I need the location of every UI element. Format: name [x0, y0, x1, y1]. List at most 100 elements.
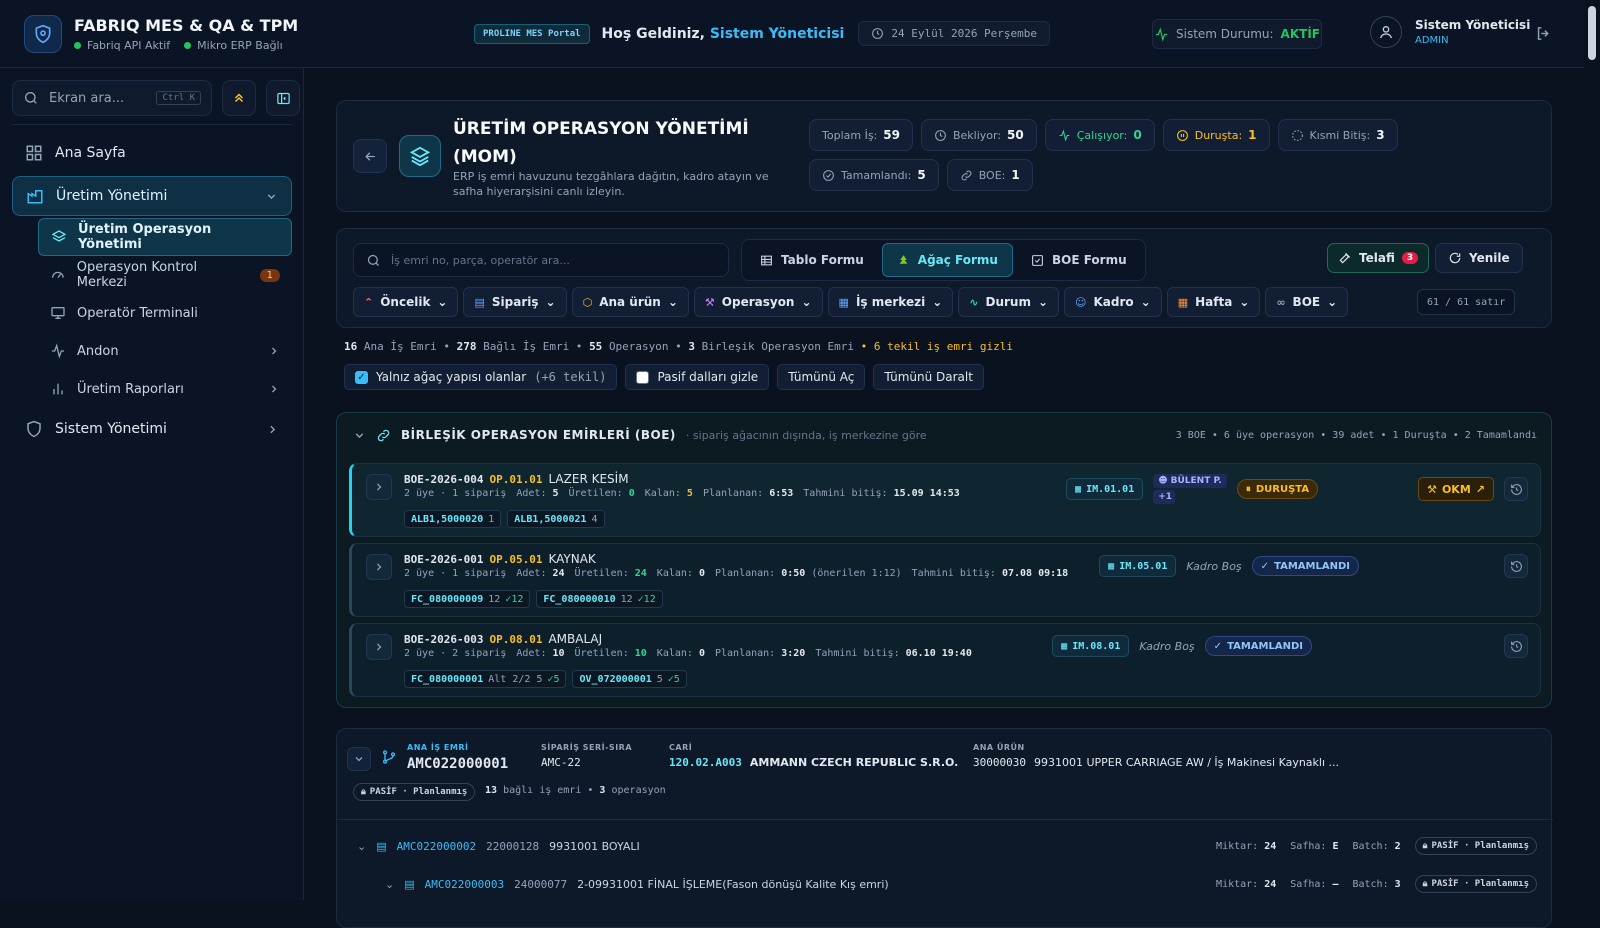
tag-qty: Alt 2/2 5 [488, 673, 543, 685]
op-code: OP.08.01 [489, 632, 543, 646]
filter-boe[interactable]: ∞ BOE ⌄ [1265, 287, 1349, 317]
expand-row-button[interactable] [366, 474, 392, 500]
sidebar-divider [12, 124, 292, 125]
boe-row[interactable]: BOE-2026-001 OP.05.01 KAYNAK 2 üye · 1 s… [349, 543, 1541, 617]
staff-empty: Kadro Boş [1186, 559, 1242, 573]
user-role: ADMIN [1415, 35, 1449, 46]
stat-partial[interactable]: Kısmi Bitiş: 3 [1277, 119, 1398, 151]
tab-table-form[interactable]: Tablo Formu [746, 243, 878, 277]
status-dot-icon [74, 41, 81, 49]
telafi-button[interactable]: Telafi 3 [1327, 243, 1430, 273]
stat-running[interactable]: Çalışıyor: 0 [1044, 119, 1155, 151]
back-button[interactable] [353, 139, 387, 173]
main-order-number[interactable]: AMC022000001 [407, 756, 508, 772]
produced-value: 0 [628, 488, 635, 499]
boe-row[interactable]: BOE-2026-003 OP.08.01 AMBALAJ 2 üye · 2 … [349, 623, 1541, 697]
collapse-all-button[interactable]: Tümünü Daralt [873, 364, 984, 390]
history-button[interactable] [1504, 634, 1528, 658]
field-label: Batch: [1352, 878, 1389, 890]
boe-section-header[interactable]: BİRLEŞİK OPERASYON EMİRLERİ (BOE) · sipa… [353, 423, 1537, 447]
hide-passive-checkbox[interactable]: Pasif dalları gizle [625, 364, 770, 390]
stat-total[interactable]: Toplam İş: 59 [809, 119, 913, 151]
history-icon [1510, 640, 1522, 652]
refresh-button[interactable]: Yenile [1435, 243, 1523, 273]
tab-boe-form[interactable]: BOE Formu [1017, 243, 1141, 277]
history-button[interactable] [1504, 477, 1528, 501]
filter-staff[interactable]: ☺ Kadro ⌄ [1064, 287, 1162, 317]
logout-icon[interactable] [1535, 25, 1552, 42]
sidebar-toggle-button[interactable] [266, 80, 300, 116]
child-order-row[interactable]: ⌄ ▤ AMC022000003 24000077 2-09931001 FİN… [385, 869, 1537, 899]
stat-value: 59 [883, 128, 900, 142]
activity-icon [1059, 128, 1070, 142]
op-name: KAYNAK [548, 552, 596, 566]
option-label: Yalnız ağaç yapısı olanlar [376, 370, 527, 384]
sidebar-item-control-center[interactable]: Operasyon Kontrol Merkezi 1 [38, 256, 292, 294]
boe-row[interactable]: BOE-2026-004 OP.01.01 LAZER KESİM 2 üye … [349, 463, 1541, 537]
work-center-tag[interactable]: ▦ IM.05.01 [1099, 555, 1177, 577]
tab-tree-form[interactable]: Ağaç Formu [881, 243, 1013, 277]
okm-label: OKM [1441, 482, 1471, 496]
sidebar-item-production[interactable]: Üretim Yönetimi [12, 176, 292, 216]
child-order-code: AMC022000002 [396, 839, 477, 853]
sidebar-search-input[interactable]: Ekran ara... Ctrl K [12, 80, 212, 116]
chevron-down-icon[interactable]: ⌄ [385, 878, 394, 891]
expand-row-button[interactable] [366, 554, 392, 580]
staff-tags[interactable]: ☻ BÜLENT P. +1 [1153, 474, 1227, 504]
filter-order[interactable]: ▤ Sipariş ⌄ [463, 287, 567, 317]
meta-text: operasyon [611, 785, 666, 796]
filter-week[interactable]: ▦ Hafta ⌄ [1166, 287, 1261, 317]
sidebar-item-operator-terminal[interactable]: Operatör Terminali [38, 294, 292, 332]
stat-boe[interactable]: BOE: 1 [946, 159, 1033, 191]
filter-main-product[interactable]: ⬡ Ana ürün ⌄ [571, 287, 689, 317]
qty-field: Adet: 5 [516, 488, 559, 499]
page-scrollbar[interactable] [1584, 0, 1600, 900]
sidebar-item-home[interactable]: Ana Sayfa [12, 134, 292, 172]
expand-row-button[interactable] [366, 634, 392, 660]
work-order-search-input[interactable]: İş emri no, parça, operatör ara... [353, 243, 729, 277]
building-icon: ▦ [1075, 483, 1082, 495]
op-code: OP.01.01 [489, 472, 543, 486]
stat-waiting[interactable]: Bekliyor: 50 [920, 119, 1037, 151]
link-icon [377, 429, 390, 441]
chevron-right-icon [268, 345, 280, 357]
sidebar-subitem-label: Üretim Raporları [77, 381, 184, 397]
sidebar-subitem-label: Andon [77, 343, 119, 359]
planned-field: Planlanan: 6:53 [702, 488, 794, 499]
stats-bar: Toplam İş: 59 Bekliyor: 50 Çalışıyor: 0 Dur… [809, 119, 1509, 191]
chevron-down-icon[interactable]: ⌄ [357, 840, 366, 853]
work-center-tag[interactable]: ▦ IM.01.01 [1066, 478, 1144, 500]
child-order-row[interactable]: ⌄ ▤ AMC022000002 22000128 9931001 BOYALI… [353, 831, 1537, 861]
user-menu[interactable]: Sistem Yöneticisi ADMIN [1370, 16, 1530, 48]
filter-operation[interactable]: ⚒ Operasyon ⌄ [693, 287, 823, 317]
collapse-order-button[interactable] [347, 747, 371, 771]
filter-priority[interactable]: ⌃ Öncelik ⌄ [353, 287, 459, 317]
filter-status[interactable]: ∿ Durum ⌄ [958, 287, 1060, 317]
status-badge: 🔒︎ PASİF · Planlanmış [1414, 875, 1537, 893]
planned-value: 0:50 [781, 568, 806, 579]
expand-all-button[interactable]: Tümünü Aç [777, 364, 866, 390]
filter-work-center[interactable]: ▦ İş merkezi ⌄ [827, 287, 954, 317]
system-status-label: Sistem Durumu: [1176, 27, 1274, 41]
qty-value: 24 [1264, 840, 1277, 852]
suggested-value: (önerilen 1:12) [811, 568, 902, 579]
sidebar-item-reports[interactable]: Üretim Raporları [38, 370, 292, 408]
okm-button[interactable]: ⚒ OKM ↗ [1418, 477, 1494, 501]
external-link-icon: ↗ [1475, 482, 1485, 496]
stat-stopped[interactable]: Duruşta: 1 [1162, 119, 1270, 151]
sidebar-item-system[interactable]: Sistem Yönetimi [12, 410, 292, 448]
stat-completed[interactable]: Tamamlandı: 5 [809, 159, 939, 191]
sidebar-item-mom[interactable]: Üretim Operasyon Yönetimi [38, 218, 292, 256]
scrollbar-thumb[interactable] [1588, 6, 1596, 60]
order-series-value: AMC-22 [541, 756, 581, 769]
planned-value: 6:53 [769, 488, 794, 499]
shield-logo-icon [24, 14, 62, 53]
only-tree-checkbox[interactable]: ✓ Yalnız ağaç yapısı olanlar (+6 tekil) [344, 364, 618, 390]
collapse-up-button[interactable] [222, 80, 256, 116]
filter-chips: ⌃ Öncelik ⌄ ▤ Sipariş ⌄ ⬡ Ana ürün ⌄ ⚒ Operasyo… [353, 287, 1349, 317]
work-center-tag[interactable]: ▦ IM.08.01 [1052, 635, 1130, 657]
sidebar-item-andon[interactable]: Andon [38, 332, 292, 370]
tag-qty: 12 [620, 593, 633, 605]
history-button[interactable] [1504, 554, 1528, 578]
chip-label: Operasyon [721, 295, 795, 309]
